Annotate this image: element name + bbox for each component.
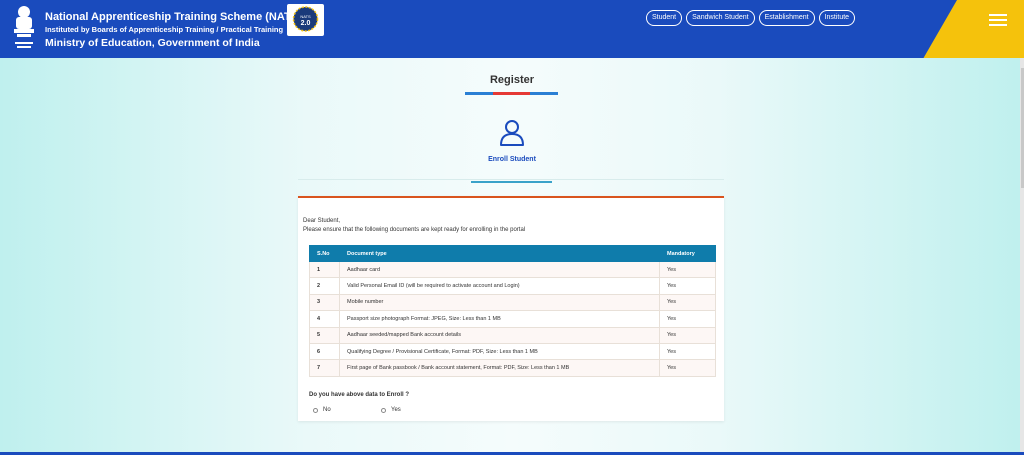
cell-document: Aadhaar card <box>339 260 660 279</box>
documents-table: S.No Document type Mandatory 1 Aadhaar c… <box>309 245 716 377</box>
cell-sno: 2 <box>309 277 340 295</box>
cell-document: Valid Personal Email ID (will be require… <box>339 277 660 295</box>
cell-mandatory: Yes <box>659 342 716 361</box>
nats-logo[interactable]: NATS 2.0 <box>287 4 324 36</box>
radio-yes[interactable]: Yes <box>381 407 401 413</box>
nats-badge-icon: NATS 2.0 <box>292 6 319 32</box>
cell-document: Mobile number <box>339 293 660 312</box>
cell-mandatory: Yes <box>659 260 716 279</box>
cell-mandatory: Yes <box>659 277 716 295</box>
radio-yes-label: Yes <box>391 407 401 413</box>
radio-no[interactable]: No <box>313 407 331 413</box>
menu-corner-accent <box>910 0 1024 58</box>
table-row: 1 Aadhaar card Yes <box>309 260 716 279</box>
radio-no-label: No <box>323 407 331 413</box>
cell-document: Qualifying Degree / Provisional Certific… <box>339 342 660 361</box>
table-row: 6 Qualifying Degree / Provisional Certif… <box>309 342 716 361</box>
tab-divider <box>298 179 724 180</box>
enroll-question: Do you have above data to Enroll ? <box>309 392 410 398</box>
instruction-text: Please ensure that the following documen… <box>303 227 526 233</box>
nav-establishment[interactable]: Establishment <box>758 10 815 26</box>
svg-text:NATS: NATS <box>300 14 311 19</box>
header-title: National Apprenticeship Training Scheme … <box>45 11 302 23</box>
national-emblem-icon <box>14 6 34 48</box>
site-header: National Apprenticeship Training Scheme … <box>0 0 1024 58</box>
register-title: Register <box>489 74 535 86</box>
cell-sno: 7 <box>309 359 340 377</box>
cell-mandatory: Yes <box>659 293 716 312</box>
nav-sandwich-student[interactable]: Sandwich Student <box>686 10 755 26</box>
table-row: 5 Aadhaar seeded/mapped Bank account det… <box>309 326 716 344</box>
cell-mandatory: Yes <box>659 310 716 328</box>
col-sno: S.No <box>309 245 340 262</box>
radio-no-circle[interactable] <box>313 407 318 413</box>
enroll-tab-indicator <box>471 181 552 183</box>
table-row: 2 Valid Personal Email ID (will be requi… <box>309 277 716 295</box>
radio-yes-circle[interactable] <box>381 407 386 413</box>
register-underline <box>465 92 558 95</box>
cell-document: First page of Bank passbook / Bank accou… <box>339 359 660 377</box>
enroll-card: Dear Student, Please ensure that the fol… <box>298 196 724 421</box>
nav-student[interactable]: Student <box>646 10 683 26</box>
cell-sno: 4 <box>309 310 340 328</box>
cell-sno: 6 <box>309 342 340 361</box>
cell-sno: 1 <box>309 260 340 279</box>
header-subtitle: Instituted by Boards of Apprenticeship T… <box>45 25 284 34</box>
table-header-row: S.No Document type Mandatory <box>309 245 716 262</box>
table-row: 7 First page of Bank passbook / Bank acc… <box>309 359 716 377</box>
cell-sno: 3 <box>309 293 340 312</box>
top-nav: Student Sandwich Student Establishment I… <box>646 10 856 26</box>
table-row: 3 Mobile number Yes <box>309 293 716 312</box>
nav-institute[interactable]: Institute <box>818 10 856 26</box>
cell-mandatory: Yes <box>659 359 716 377</box>
cell-document: Passport size photograph Format: JPEG, S… <box>339 310 660 328</box>
table-row: 4 Passport size photograph Format: JPEG,… <box>309 310 716 328</box>
greeting-text: Dear Student, <box>303 218 341 224</box>
hamburger-menu-icon[interactable] <box>989 14 1007 28</box>
svg-text:2.0: 2.0 <box>301 20 311 27</box>
user-icon[interactable] <box>498 118 526 146</box>
cell-mandatory: Yes <box>659 326 716 344</box>
col-document-type: Document type <box>339 245 660 262</box>
enroll-student-tab[interactable]: Enroll Student <box>462 156 562 163</box>
cell-document: Aadhaar seeded/mapped Bank account detai… <box>339 326 660 344</box>
col-mandatory: Mandatory <box>659 245 716 262</box>
cell-sno: 5 <box>309 326 340 344</box>
header-ministry: Ministry of Education, Government of Ind… <box>45 37 260 49</box>
